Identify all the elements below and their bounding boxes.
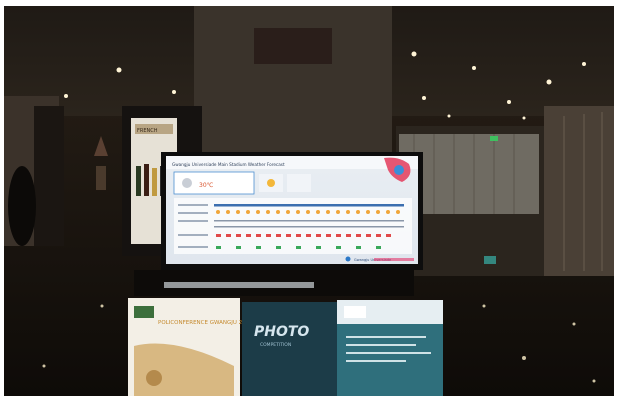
forecast-grid (174, 198, 412, 254)
brochure-middle-subtitle: COMPETITION (260, 342, 291, 348)
brochure-left: POLICONFERENCE GWANGJU 2015 (128, 298, 253, 396)
brochure-middle-title: PHOTO (254, 324, 309, 340)
brochure-right (337, 300, 443, 396)
current-temperature: 30℃ (199, 182, 214, 189)
brochure-left-title: POLICONFERENCE GWANGJU 2015 (158, 320, 253, 326)
brochure-middle: PHOTO COMPETITION (242, 302, 337, 396)
poster-brand: FRENCH (137, 128, 158, 134)
screen-header-title: Gwangju Universiade Main Stadium Weather… (172, 162, 285, 167)
weather-tv: Gwangju Universiade Main Stadium Weather… (161, 152, 423, 270)
lobby-photo: FRENCH Gwangju Universiade Main Stadium … (4, 6, 614, 396)
